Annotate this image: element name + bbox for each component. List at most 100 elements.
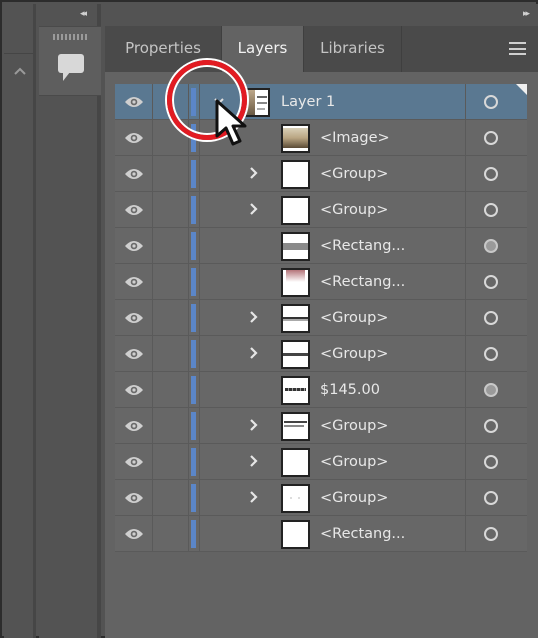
chevron-right-icon[interactable]	[249, 454, 259, 468]
target-column[interactable]	[465, 84, 527, 120]
layer-name[interactable]: <Group>	[320, 408, 388, 444]
chevron-right-icon[interactable]	[249, 166, 259, 180]
chevron-up-icon[interactable]	[13, 66, 27, 76]
target-circle-icon[interactable]	[484, 347, 498, 361]
layer-name[interactable]: <Rectang...	[320, 516, 405, 552]
lock-toggle[interactable]	[153, 516, 189, 552]
target-column[interactable]	[465, 228, 527, 264]
eye-visibility-icon[interactable]	[124, 419, 144, 433]
visibility-toggle[interactable]	[115, 264, 153, 300]
layer-name[interactable]: <Group>	[320, 156, 388, 192]
lock-toggle[interactable]	[153, 120, 189, 156]
layer-row[interactable]: Layer 1	[115, 84, 527, 120]
chevron-right-icon[interactable]	[249, 346, 259, 360]
eye-visibility-icon[interactable]	[124, 239, 144, 253]
target-circle-icon[interactable]	[484, 383, 498, 397]
collapse-panels-icon[interactable]: ◂◂	[80, 9, 87, 19]
visibility-toggle[interactable]	[115, 120, 153, 156]
target-circle-icon[interactable]	[484, 167, 498, 181]
lock-toggle[interactable]	[153, 372, 189, 408]
eye-visibility-icon[interactable]	[124, 491, 144, 505]
visibility-toggle[interactable]	[115, 444, 153, 480]
sublayer-row[interactable]: <Rectang...	[115, 264, 527, 300]
target-column[interactable]	[465, 156, 527, 192]
visibility-toggle[interactable]	[115, 228, 153, 264]
visibility-toggle[interactable]	[115, 516, 153, 552]
expand-panels-icon[interactable]: ▸▸	[523, 9, 530, 19]
layer-name[interactable]: <Group>	[320, 336, 388, 372]
layer-name[interactable]: <Rectang...	[320, 228, 405, 264]
target-column[interactable]	[465, 372, 527, 408]
eye-visibility-icon[interactable]	[124, 455, 144, 469]
target-circle-icon[interactable]	[484, 95, 498, 109]
target-column[interactable]	[465, 120, 527, 156]
tab-libraries[interactable]: Libraries	[304, 26, 402, 72]
chevron-right-icon[interactable]	[249, 490, 259, 504]
target-circle-icon[interactable]	[484, 203, 498, 217]
lock-toggle[interactable]	[153, 408, 189, 444]
chevron-right-icon[interactable]	[249, 310, 259, 324]
visibility-toggle[interactable]	[115, 480, 153, 516]
lock-toggle[interactable]	[153, 84, 189, 120]
eye-visibility-icon[interactable]	[124, 95, 144, 109]
eye-visibility-icon[interactable]	[124, 311, 144, 325]
target-circle-icon[interactable]	[484, 455, 498, 469]
lock-toggle[interactable]	[153, 300, 189, 336]
sublayer-row[interactable]: $145.00	[115, 372, 527, 408]
lock-toggle[interactable]	[153, 156, 189, 192]
target-circle-icon[interactable]	[484, 239, 498, 253]
lock-toggle[interactable]	[153, 228, 189, 264]
layer-name[interactable]: <Group>	[320, 192, 388, 228]
lock-toggle[interactable]	[153, 444, 189, 480]
sublayer-row[interactable]: <Group>	[115, 300, 527, 336]
target-circle-icon[interactable]	[484, 275, 498, 289]
layer-name[interactable]: $145.00	[320, 372, 380, 408]
visibility-toggle[interactable]	[115, 192, 153, 228]
eye-visibility-icon[interactable]	[124, 275, 144, 289]
layer-name[interactable]: <Group>	[320, 444, 388, 480]
sublayer-row[interactable]: <Rectang...	[115, 516, 527, 552]
layer-name[interactable]: <Rectang...	[320, 264, 405, 300]
target-column[interactable]	[465, 300, 527, 336]
layer-name[interactable]: Layer 1	[281, 84, 335, 120]
visibility-toggle[interactable]	[115, 300, 153, 336]
lock-toggle[interactable]	[153, 192, 189, 228]
sublayer-row[interactable]: <Group>	[115, 156, 527, 192]
eye-visibility-icon[interactable]	[124, 203, 144, 217]
sublayer-row[interactable]: <Group>	[115, 408, 527, 444]
drag-grip-icon[interactable]	[53, 34, 87, 40]
eye-visibility-icon[interactable]	[124, 383, 144, 397]
target-column[interactable]	[465, 192, 527, 228]
target-column[interactable]	[465, 264, 527, 300]
comments-panel-button[interactable]	[39, 26, 101, 96]
target-column[interactable]	[465, 516, 527, 552]
sublayer-row[interactable]: <Group>	[115, 336, 527, 372]
chevron-right-icon[interactable]	[249, 418, 259, 432]
target-column[interactable]	[465, 480, 527, 516]
target-circle-icon[interactable]	[484, 131, 498, 145]
sublayer-row[interactable]: <Group>	[115, 192, 527, 228]
layer-name[interactable]: <Group>	[320, 480, 388, 516]
layer-name[interactable]: <Image>	[320, 120, 390, 156]
sublayer-row[interactable]: <Image>	[115, 120, 527, 156]
hamburger-menu-icon[interactable]	[509, 42, 526, 55]
visibility-toggle[interactable]	[115, 336, 153, 372]
eye-visibility-icon[interactable]	[124, 167, 144, 181]
eye-visibility-icon[interactable]	[124, 527, 144, 541]
eye-visibility-icon[interactable]	[124, 131, 144, 145]
lock-toggle[interactable]	[153, 480, 189, 516]
target-column[interactable]	[465, 408, 527, 444]
target-circle-icon[interactable]	[484, 419, 498, 433]
target-column[interactable]	[465, 336, 527, 372]
tab-layers[interactable]: Layers	[222, 26, 304, 73]
lock-toggle[interactable]	[153, 264, 189, 300]
tab-properties[interactable]: Properties	[105, 26, 222, 72]
eye-visibility-icon[interactable]	[124, 347, 144, 361]
lock-toggle[interactable]	[153, 336, 189, 372]
sublayer-row[interactable]: <Rectang...	[115, 228, 527, 264]
target-circle-icon[interactable]	[484, 491, 498, 505]
target-circle-icon[interactable]	[484, 527, 498, 541]
chevron-down-icon[interactable]	[213, 97, 225, 107]
sublayer-row[interactable]: <Group>	[115, 444, 527, 480]
visibility-toggle[interactable]	[115, 408, 153, 444]
